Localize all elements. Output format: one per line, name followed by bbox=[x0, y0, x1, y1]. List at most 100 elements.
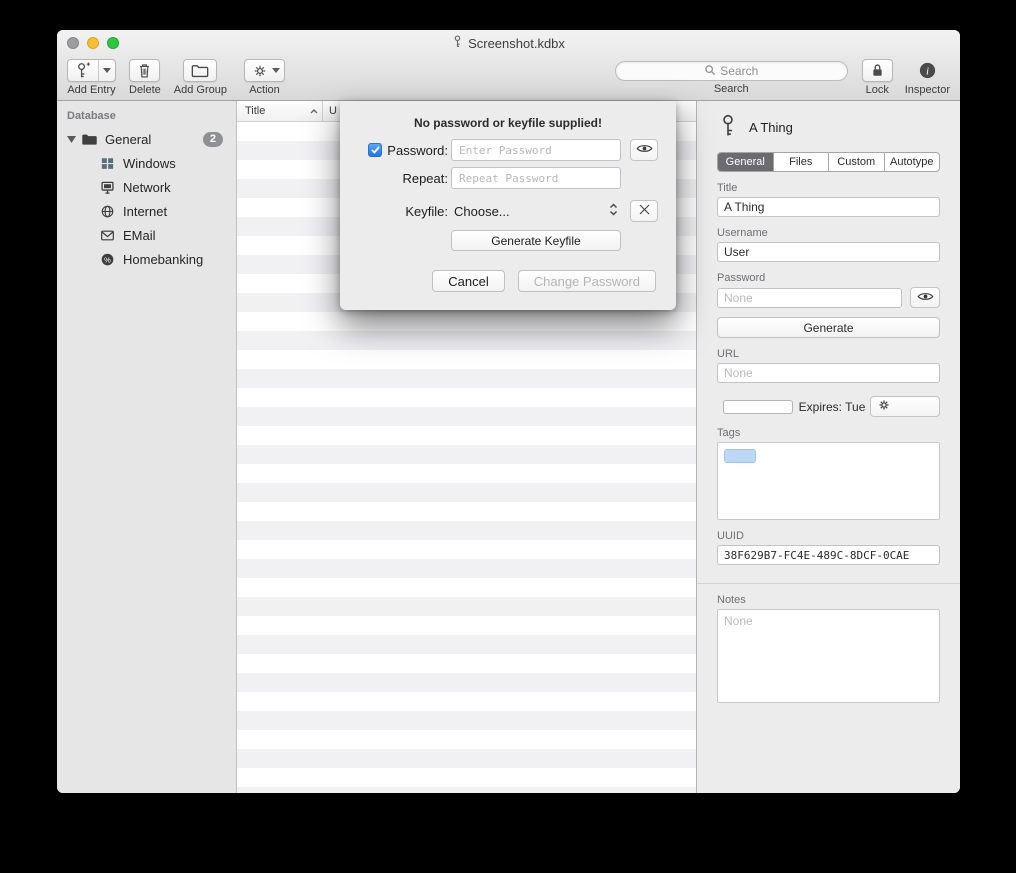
add-group-label: Add Group bbox=[174, 84, 227, 96]
svg-text:i: i bbox=[926, 65, 929, 77]
lock-button[interactable] bbox=[862, 59, 893, 82]
tag-chip[interactable] bbox=[724, 449, 756, 463]
add-group-group: Add Group bbox=[174, 59, 227, 96]
action-dropdown[interactable] bbox=[271, 60, 284, 81]
search-field[interactable]: Search bbox=[615, 61, 848, 81]
trash-icon bbox=[130, 60, 159, 81]
add-group-button[interactable] bbox=[183, 59, 217, 82]
cancel-button[interactable]: Cancel bbox=[432, 270, 504, 292]
column-title-label: Title bbox=[245, 105, 265, 117]
minimize-button[interactable] bbox=[87, 37, 99, 49]
column-header-username[interactable]: U bbox=[323, 105, 337, 117]
window-chrome: Screenshot.kdbx Add Entry bbox=[57, 30, 960, 101]
repeat-password-input[interactable] bbox=[451, 167, 621, 189]
password-input[interactable] bbox=[451, 139, 621, 161]
disclosure-triangle-icon[interactable] bbox=[65, 136, 77, 143]
reveal-password-button[interactable] bbox=[630, 139, 658, 161]
clear-keyfile-button[interactable] bbox=[630, 200, 658, 222]
action-button[interactable] bbox=[244, 59, 285, 82]
sidebar-item-internet[interactable]: Internet bbox=[57, 199, 236, 223]
action-label: Action bbox=[249, 84, 280, 96]
add-entry-button[interactable] bbox=[67, 59, 116, 82]
sheet-message: No password or keyfile supplied! bbox=[350, 116, 666, 130]
gear-icon bbox=[245, 60, 271, 81]
password-field[interactable] bbox=[717, 288, 902, 308]
sidebar: Database General 2 Windows bbox=[57, 101, 237, 793]
key-plus-icon bbox=[68, 60, 98, 81]
lock-group: Lock bbox=[862, 59, 893, 96]
password-checkbox[interactable] bbox=[368, 143, 382, 157]
entry-header: A Thing bbox=[697, 101, 960, 145]
entry-title: A Thing bbox=[749, 120, 793, 135]
keyfile-row: Keyfile: Choose... bbox=[340, 200, 676, 222]
uuid-field[interactable] bbox=[717, 545, 940, 565]
generate-password-button[interactable]: Generate bbox=[717, 317, 940, 338]
sidebar-item-homebanking[interactable]: % Homebanking bbox=[57, 247, 236, 271]
zoom-button[interactable] bbox=[107, 37, 119, 49]
expires-settings-button[interactable] bbox=[870, 396, 940, 417]
windows-grid-icon bbox=[99, 155, 116, 172]
window-title-area: Screenshot.kdbx bbox=[452, 35, 565, 51]
svg-text:%: % bbox=[104, 255, 111, 264]
tab-custom[interactable]: Custom bbox=[828, 153, 884, 171]
padlock-icon bbox=[863, 60, 892, 81]
toolbar: Add Entry Delete Add Group bbox=[57, 56, 960, 100]
delete-label: Delete bbox=[129, 84, 161, 96]
sidebar-item-email[interactable]: EMail bbox=[57, 223, 236, 247]
title-field[interactable] bbox=[717, 197, 940, 217]
sidebar-item-general[interactable]: General 2 bbox=[57, 127, 236, 151]
inspector-button[interactable]: i bbox=[911, 59, 944, 82]
sidebar-item-label: Homebanking bbox=[123, 252, 203, 267]
username-field[interactable] bbox=[717, 242, 940, 262]
add-entry-label: Add Entry bbox=[67, 84, 115, 96]
notes-label: Notes bbox=[717, 594, 940, 606]
inspector-label: Inspector bbox=[905, 84, 950, 96]
tab-autotype[interactable]: Autotype bbox=[884, 153, 940, 171]
tab-files[interactable]: Files bbox=[773, 153, 829, 171]
search-input[interactable] bbox=[616, 62, 847, 80]
action-group: Action bbox=[244, 59, 285, 96]
title-bar[interactable]: Screenshot.kdbx bbox=[57, 30, 960, 56]
keyfile-label: Keyfile: bbox=[405, 204, 448, 219]
tags-box[interactable] bbox=[717, 442, 940, 520]
inspector-group: i Inspector bbox=[905, 59, 950, 96]
add-entry-dropdown[interactable] bbox=[98, 60, 115, 81]
reveal-password-button[interactable] bbox=[910, 287, 940, 308]
sidebar-item-network[interactable]: Network bbox=[57, 175, 236, 199]
password-row bbox=[717, 287, 940, 308]
delete-group: Delete bbox=[129, 59, 161, 96]
info-circle-icon: i bbox=[911, 59, 944, 82]
document-key-icon bbox=[452, 35, 463, 51]
sidebar-item-windows[interactable]: Windows bbox=[57, 151, 236, 175]
tab-general[interactable]: General bbox=[718, 153, 773, 171]
sidebar-item-label: Network bbox=[123, 180, 171, 195]
keyfile-popup[interactable]: Choose... bbox=[451, 200, 621, 222]
title-field-label: Title bbox=[717, 182, 940, 194]
gear-icon bbox=[877, 398, 939, 415]
add-entry-group: Add Entry bbox=[67, 59, 116, 96]
window-title: Screenshot.kdbx bbox=[468, 36, 565, 51]
sidebar-header: Database bbox=[57, 101, 236, 127]
eye-icon bbox=[636, 141, 653, 159]
delete-button[interactable] bbox=[129, 59, 160, 82]
column-header-title[interactable]: Title bbox=[237, 101, 323, 121]
password-label: Password: bbox=[387, 143, 448, 158]
close-button[interactable] bbox=[67, 37, 79, 49]
uuid-label: UUID bbox=[717, 530, 940, 542]
generate-keyfile-button[interactable]: Generate Keyfile bbox=[451, 230, 621, 251]
url-field[interactable] bbox=[717, 363, 940, 383]
traffic-lights bbox=[67, 37, 119, 49]
notes-field[interactable] bbox=[717, 609, 940, 703]
close-x-icon bbox=[639, 202, 650, 220]
lock-label: Lock bbox=[866, 84, 889, 96]
keyfile-selected-value: Choose... bbox=[454, 204, 510, 219]
password-label-cell: Password: bbox=[340, 143, 448, 158]
password-sheet: No password or keyfile supplied! Passwor… bbox=[340, 101, 676, 310]
column-username-label: U bbox=[329, 105, 337, 117]
globe-icon bbox=[99, 203, 116, 220]
expires-checkbox[interactable] bbox=[723, 400, 793, 414]
app-window: Screenshot.kdbx Add Entry bbox=[57, 30, 960, 793]
inspector-divider bbox=[697, 583, 960, 584]
folder-icon bbox=[81, 131, 98, 148]
change-password-button[interactable]: Change Password bbox=[518, 270, 656, 292]
